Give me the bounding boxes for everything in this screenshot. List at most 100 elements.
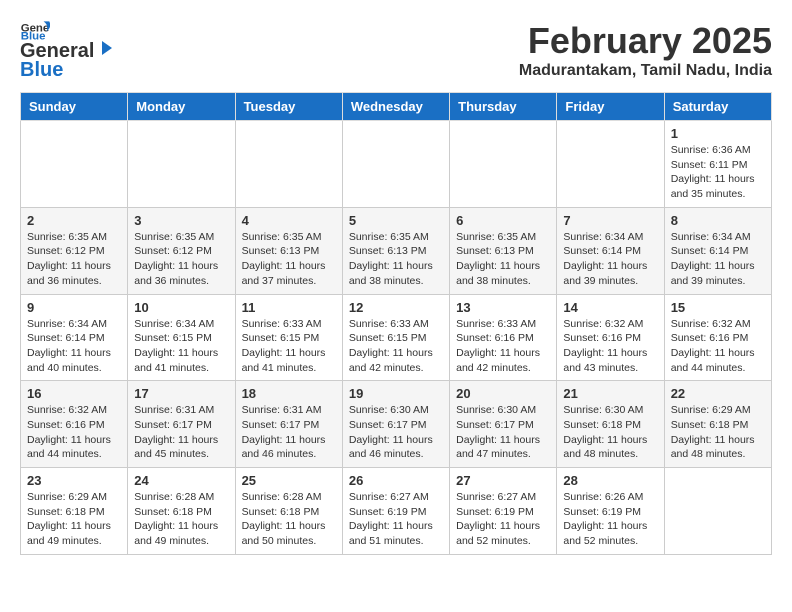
calendar-cell bbox=[664, 468, 771, 555]
calendar-cell: 21 Sunrise: 6:30 AM Sunset: 6:18 PM Dayli… bbox=[557, 381, 664, 468]
day-number: 22 bbox=[671, 386, 765, 401]
day-info: Sunrise: 6:30 AM Sunset: 6:17 PM Dayligh… bbox=[349, 403, 443, 462]
day-number: 15 bbox=[671, 300, 765, 315]
day-number: 13 bbox=[456, 300, 550, 315]
calendar-cell: 4Sunrise: 6:35 AM Sunset: 6:13 PM Daylig… bbox=[235, 207, 342, 294]
day-info: Sunrise: 6:32 AM Sunset: 6:16 PM Dayligh… bbox=[563, 317, 657, 376]
column-header-saturday: Saturday bbox=[664, 93, 771, 121]
logo-arrow-icon bbox=[96, 39, 114, 57]
calendar-cell: 8 Sunrise: 6:34 AM Sunset: 6:14 PM Daylig… bbox=[664, 207, 771, 294]
calendar-cell bbox=[235, 121, 342, 208]
day-info: Sunrise: 6:31 AM Sunset: 6:17 PM Dayligh… bbox=[134, 403, 228, 462]
calendar-cell: 26Sunrise: 6:27 AM Sunset: 6:19 PM Dayli… bbox=[342, 468, 449, 555]
title-block: February 2025 Madurantakam, Tamil Nadu, … bbox=[519, 20, 772, 80]
day-info: Sunrise: 6:32 AM Sunset: 6:16 PM Dayligh… bbox=[671, 317, 765, 376]
calendar-cell: 14 Sunrise: 6:32 AM Sunset: 6:16 PM Dayli… bbox=[557, 294, 664, 381]
header: General Blue General Blue February 2025 … bbox=[20, 20, 772, 82]
day-info: Sunrise: 6:29 AM Sunset: 6:18 PM Dayligh… bbox=[27, 490, 121, 549]
day-number: 3 bbox=[134, 213, 228, 228]
day-number: 4 bbox=[242, 213, 336, 228]
calendar-cell: 16 Sunrise: 6:32 AM Sunset: 6:16 PM Dayli… bbox=[21, 381, 128, 468]
calendar-cell: 3 Sunrise: 6:35 AM Sunset: 6:12 PM Daylig… bbox=[128, 207, 235, 294]
day-info: Sunrise: 6:33 AM Sunset: 6:15 PM Dayligh… bbox=[242, 317, 336, 376]
day-info: Sunrise: 6:35 AM Sunset: 6:13 PM Dayligh… bbox=[456, 230, 550, 289]
month-title: February 2025 bbox=[519, 20, 772, 62]
calendar-cell: 24 Sunrise: 6:28 AM Sunset: 6:18 PM Dayli… bbox=[128, 468, 235, 555]
column-header-sunday: Sunday bbox=[21, 93, 128, 121]
day-number: 17 bbox=[134, 386, 228, 401]
day-info: Sunrise: 6:28 AM Sunset: 6:18 PM Dayligh… bbox=[242, 490, 336, 549]
svg-text:Blue: Blue bbox=[21, 30, 46, 40]
calendar-cell bbox=[557, 121, 664, 208]
calendar-cell bbox=[450, 121, 557, 208]
day-number: 28 bbox=[563, 473, 657, 488]
calendar-cell: 19 Sunrise: 6:30 AM Sunset: 6:17 PM Dayli… bbox=[342, 381, 449, 468]
day-info: Sunrise: 6:34 AM Sunset: 6:14 PM Dayligh… bbox=[671, 230, 765, 289]
calendar-cell: 7 Sunrise: 6:34 AM Sunset: 6:14 PM Daylig… bbox=[557, 207, 664, 294]
day-info: Sunrise: 6:35 AM Sunset: 6:13 PM Dayligh… bbox=[349, 230, 443, 289]
calendar-cell bbox=[342, 121, 449, 208]
day-number: 11 bbox=[242, 300, 336, 315]
calendar-cell: 25Sunrise: 6:28 AM Sunset: 6:18 PM Dayli… bbox=[235, 468, 342, 555]
page: General Blue General Blue February 2025 … bbox=[0, 0, 792, 565]
day-number: 2 bbox=[27, 213, 121, 228]
calendar-cell: 1 Sunrise: 6:36 AM Sunset: 6:11 PM Daylig… bbox=[664, 121, 771, 208]
day-info: Sunrise: 6:26 AM Sunset: 6:19 PM Dayligh… bbox=[563, 490, 657, 549]
day-number: 18 bbox=[242, 386, 336, 401]
day-info: Sunrise: 6:27 AM Sunset: 6:19 PM Dayligh… bbox=[349, 490, 443, 549]
calendar-cell: 15 Sunrise: 6:32 AM Sunset: 6:16 PM Dayli… bbox=[664, 294, 771, 381]
day-info: Sunrise: 6:33 AM Sunset: 6:15 PM Dayligh… bbox=[349, 317, 443, 376]
calendar-cell: 5Sunrise: 6:35 AM Sunset: 6:13 PM Daylig… bbox=[342, 207, 449, 294]
day-number: 14 bbox=[563, 300, 657, 315]
day-number: 12 bbox=[349, 300, 443, 315]
logo-icon: General Blue bbox=[20, 20, 50, 40]
day-info: Sunrise: 6:36 AM Sunset: 6:11 PM Dayligh… bbox=[671, 143, 765, 202]
day-info: Sunrise: 6:34 AM Sunset: 6:14 PM Dayligh… bbox=[563, 230, 657, 289]
day-info: Sunrise: 6:35 AM Sunset: 6:12 PM Dayligh… bbox=[134, 230, 228, 289]
day-number: 24 bbox=[134, 473, 228, 488]
column-header-thursday: Thursday bbox=[450, 93, 557, 121]
day-number: 1 bbox=[671, 126, 765, 141]
day-number: 16 bbox=[27, 386, 121, 401]
day-number: 20 bbox=[456, 386, 550, 401]
day-number: 19 bbox=[349, 386, 443, 401]
day-info: Sunrise: 6:31 AM Sunset: 6:17 PM Dayligh… bbox=[242, 403, 336, 462]
calendar-cell: 10Sunrise: 6:34 AM Sunset: 6:15 PM Dayli… bbox=[128, 294, 235, 381]
calendar-cell: 17 Sunrise: 6:31 AM Sunset: 6:17 PM Dayli… bbox=[128, 381, 235, 468]
calendar-cell: 23 Sunrise: 6:29 AM Sunset: 6:18 PM Dayli… bbox=[21, 468, 128, 555]
week-row-5: 23 Sunrise: 6:29 AM Sunset: 6:18 PM Dayli… bbox=[21, 468, 772, 555]
calendar-cell: 9 Sunrise: 6:34 AM Sunset: 6:14 PM Daylig… bbox=[21, 294, 128, 381]
day-info: Sunrise: 6:29 AM Sunset: 6:18 PM Dayligh… bbox=[671, 403, 765, 462]
day-info: Sunrise: 6:30 AM Sunset: 6:18 PM Dayligh… bbox=[563, 403, 657, 462]
week-row-4: 16 Sunrise: 6:32 AM Sunset: 6:16 PM Dayli… bbox=[21, 381, 772, 468]
day-number: 23 bbox=[27, 473, 121, 488]
calendar-cell: 22 Sunrise: 6:29 AM Sunset: 6:18 PM Dayli… bbox=[664, 381, 771, 468]
day-info: Sunrise: 6:35 AM Sunset: 6:12 PM Dayligh… bbox=[27, 230, 121, 289]
day-number: 8 bbox=[671, 213, 765, 228]
day-info: Sunrise: 6:34 AM Sunset: 6:14 PM Dayligh… bbox=[27, 317, 121, 376]
calendar-cell: 18 Sunrise: 6:31 AM Sunset: 6:17 PM Dayli… bbox=[235, 381, 342, 468]
column-header-tuesday: Tuesday bbox=[235, 93, 342, 121]
calendar-cell bbox=[128, 121, 235, 208]
day-number: 9 bbox=[27, 300, 121, 315]
day-info: Sunrise: 6:32 AM Sunset: 6:16 PM Dayligh… bbox=[27, 403, 121, 462]
week-row-1: 1 Sunrise: 6:36 AM Sunset: 6:11 PM Daylig… bbox=[21, 121, 772, 208]
calendar-cell: 11 Sunrise: 6:33 AM Sunset: 6:15 PM Dayli… bbox=[235, 294, 342, 381]
calendar-cell: 2 Sunrise: 6:35 AM Sunset: 6:12 PM Daylig… bbox=[21, 207, 128, 294]
calendar-cell: 12 Sunrise: 6:33 AM Sunset: 6:15 PM Dayli… bbox=[342, 294, 449, 381]
day-number: 10 bbox=[134, 300, 228, 315]
day-info: Sunrise: 6:28 AM Sunset: 6:18 PM Dayligh… bbox=[134, 490, 228, 549]
calendar-header-row: SundayMondayTuesdayWednesdayThursdayFrid… bbox=[21, 93, 772, 121]
day-info: Sunrise: 6:27 AM Sunset: 6:19 PM Dayligh… bbox=[456, 490, 550, 549]
calendar-cell: 13 Sunrise: 6:33 AM Sunset: 6:16 PM Dayli… bbox=[450, 294, 557, 381]
column-header-friday: Friday bbox=[557, 93, 664, 121]
calendar-cell: 6Sunrise: 6:35 AM Sunset: 6:13 PM Daylig… bbox=[450, 207, 557, 294]
day-number: 21 bbox=[563, 386, 657, 401]
day-number: 27 bbox=[456, 473, 550, 488]
calendar-cell: 27 Sunrise: 6:27 AM Sunset: 6:19 PM Dayli… bbox=[450, 468, 557, 555]
day-number: 7 bbox=[563, 213, 657, 228]
logo: General Blue General Blue bbox=[20, 20, 114, 82]
location: Madurantakam, Tamil Nadu, India bbox=[519, 62, 772, 80]
column-header-wednesday: Wednesday bbox=[342, 93, 449, 121]
day-info: Sunrise: 6:33 AM Sunset: 6:16 PM Dayligh… bbox=[456, 317, 550, 376]
